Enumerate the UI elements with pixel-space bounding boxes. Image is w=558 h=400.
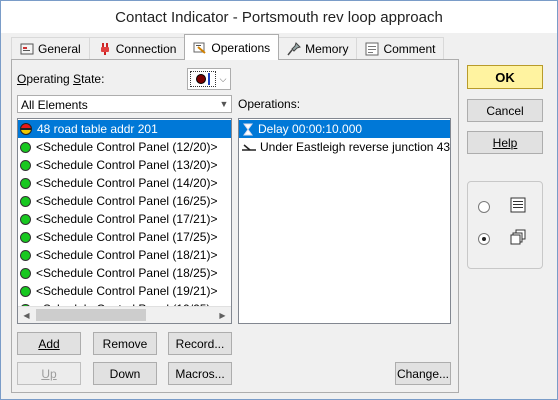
green-dot-icon bbox=[20, 249, 31, 261]
macros-button[interactable]: Macros... bbox=[168, 362, 232, 385]
scroll-left-icon[interactable]: ◀ bbox=[18, 307, 35, 323]
operation-label: Delay 00:00:10.000 bbox=[258, 122, 363, 136]
up-button[interactable]: Up bbox=[17, 362, 81, 385]
remove-button[interactable]: Remove bbox=[93, 332, 157, 355]
element-label: <Schedule Control Panel (18/25)> bbox=[36, 266, 218, 280]
dialog-window: Contact Indicator - Portsmouth rev loop … bbox=[0, 0, 558, 400]
list-item[interactable]: <Schedule Control Panel (18/25)> bbox=[18, 264, 231, 282]
list-item[interactable]: Delay 00:00:10.000 bbox=[239, 120, 450, 138]
up-button-label: Up bbox=[41, 366, 57, 381]
operations-label: Operations: bbox=[238, 97, 301, 111]
general-icon bbox=[20, 42, 34, 56]
add-button[interactable]: Add bbox=[17, 332, 81, 355]
green-dot-icon bbox=[20, 213, 31, 225]
element-label: <Schedule Control Panel (17/25)> bbox=[36, 230, 218, 244]
list-item[interactable]: <Schedule Control Panel (19/21)> bbox=[18, 282, 231, 300]
tab-operations-label: Operations bbox=[211, 40, 271, 55]
window-title: Contact Indicator - Portsmouth rev loop … bbox=[115, 8, 443, 26]
operating-state-label: Operating State: bbox=[17, 72, 105, 86]
remove-button-label: Remove bbox=[102, 336, 148, 351]
tab-comment[interactable]: Comment bbox=[356, 37, 445, 60]
element-label: <Schedule Control Panel (13/20)> bbox=[36, 158, 218, 172]
chevron-down-icon: ⌵ bbox=[219, 73, 227, 84]
macros-button-label: Macros... bbox=[175, 366, 225, 381]
element-label: <Schedule Control Panel (12/20)> bbox=[36, 140, 218, 154]
state-bar-icon bbox=[208, 73, 210, 85]
comment-icon bbox=[365, 42, 379, 56]
green-dot-icon bbox=[20, 159, 31, 171]
change-button[interactable]: Change... bbox=[395, 362, 451, 385]
cancel-button[interactable]: Cancel bbox=[467, 99, 543, 122]
tab-general-label: General bbox=[38, 42, 81, 56]
chevron-down-icon: ▼ bbox=[219, 99, 229, 109]
cascade-view-icon bbox=[510, 229, 526, 248]
state-indicator bbox=[190, 71, 216, 87]
ok-button-label: OK bbox=[495, 69, 515, 85]
green-dot-icon bbox=[20, 195, 31, 207]
operations-icon bbox=[193, 41, 207, 55]
add-button-label: Add bbox=[38, 336, 60, 351]
list-item[interactable]: <Schedule Control Panel (14/20)> bbox=[18, 174, 231, 192]
operation-label: Under Eastleigh reverse junction 43 bbox=[260, 140, 451, 154]
view-mode-group bbox=[467, 181, 543, 269]
list-item[interactable]: <Schedule Control Panel (17/25)> bbox=[18, 228, 231, 246]
list-item[interactable]: <Schedule Control Panel (18/21)> bbox=[18, 246, 231, 264]
tab-connection[interactable]: Connection bbox=[88, 37, 186, 60]
tab-comment-label: Comment bbox=[383, 42, 436, 56]
record-button[interactable]: Record... bbox=[168, 332, 232, 355]
element-label: <Schedule Control Panel (16/25)> bbox=[36, 194, 218, 208]
list-item[interactable]: Under Eastleigh reverse junction 43 bbox=[239, 138, 450, 156]
tab-bar: General Connection Operations Memory Com… bbox=[11, 34, 445, 60]
plug-icon bbox=[98, 42, 112, 56]
help-button-label: Help bbox=[492, 135, 518, 150]
scroll-thumb[interactable] bbox=[36, 309, 146, 321]
element-label: 48 road table addr 201 bbox=[37, 122, 158, 136]
element-filter-dropdown[interactable]: All Elements ▼ bbox=[17, 95, 232, 113]
list-view-icon bbox=[510, 197, 526, 216]
operations-list[interactable]: Delay 00:00:10.000 Under Eastleigh rever… bbox=[238, 118, 451, 324]
down-button[interactable]: Down bbox=[93, 362, 157, 385]
element-label: <Schedule Control Panel (17/21)> bbox=[36, 212, 218, 226]
turnout-icon bbox=[241, 141, 257, 153]
operating-state-dropdown[interactable]: ⌵ bbox=[187, 68, 231, 90]
list-item[interactable]: <Schedule Control Panel (12/20)> bbox=[18, 138, 231, 156]
green-dot-icon bbox=[20, 267, 31, 279]
view-cascade-radio[interactable] bbox=[478, 233, 490, 245]
cancel-button-label: Cancel bbox=[486, 103, 524, 118]
green-dot-icon bbox=[20, 141, 31, 153]
tab-memory[interactable]: Memory bbox=[278, 37, 358, 60]
horizontal-scrollbar[interactable]: ◀ ▶ bbox=[18, 306, 231, 323]
view-list-radio[interactable] bbox=[478, 201, 490, 213]
elements-list[interactable]: 48 road table addr 201 <Schedule Control … bbox=[17, 118, 232, 324]
down-button-label: Down bbox=[109, 366, 141, 381]
green-dot-icon bbox=[20, 231, 31, 243]
green-dot-icon bbox=[20, 285, 31, 297]
record-button-label: Record... bbox=[175, 336, 225, 351]
tab-operations[interactable]: Operations bbox=[184, 34, 280, 60]
list-item[interactable]: 48 road table addr 201 bbox=[18, 120, 231, 138]
element-label: <Schedule Control Panel (19/21)> bbox=[36, 284, 218, 298]
title-bar: Contact Indicator - Portsmouth rev loop … bbox=[1, 1, 557, 33]
element-label: <Schedule Control Panel (14/20)> bbox=[36, 176, 218, 190]
ok-button[interactable]: OK bbox=[467, 65, 543, 89]
help-button[interactable]: Help bbox=[467, 131, 543, 154]
tab-memory-label: Memory bbox=[305, 42, 349, 56]
signal-icon bbox=[20, 123, 32, 135]
element-label: <Schedule Control Panel (18/21)> bbox=[36, 248, 218, 262]
green-dot-icon bbox=[20, 177, 31, 189]
list-item[interactable]: <Schedule Control Panel (17/21)> bbox=[18, 210, 231, 228]
hourglass-icon bbox=[241, 123, 255, 136]
tab-connection-label: Connection bbox=[115, 42, 177, 56]
pin-icon bbox=[287, 42, 302, 56]
tab-general[interactable]: General bbox=[11, 37, 90, 60]
list-item[interactable]: <Schedule Control Panel (13/20)> bbox=[18, 156, 231, 174]
list-item[interactable]: <Schedule Control Panel (16/25)> bbox=[18, 192, 231, 210]
change-button-label: Change... bbox=[396, 366, 450, 381]
state-red-icon bbox=[196, 74, 206, 84]
element-filter-value: All Elements bbox=[21, 98, 88, 112]
operations-panel: Operating State: ⌵ All Elements ▼ 48 roa… bbox=[11, 59, 459, 393]
scroll-right-icon[interactable]: ▶ bbox=[214, 307, 231, 323]
